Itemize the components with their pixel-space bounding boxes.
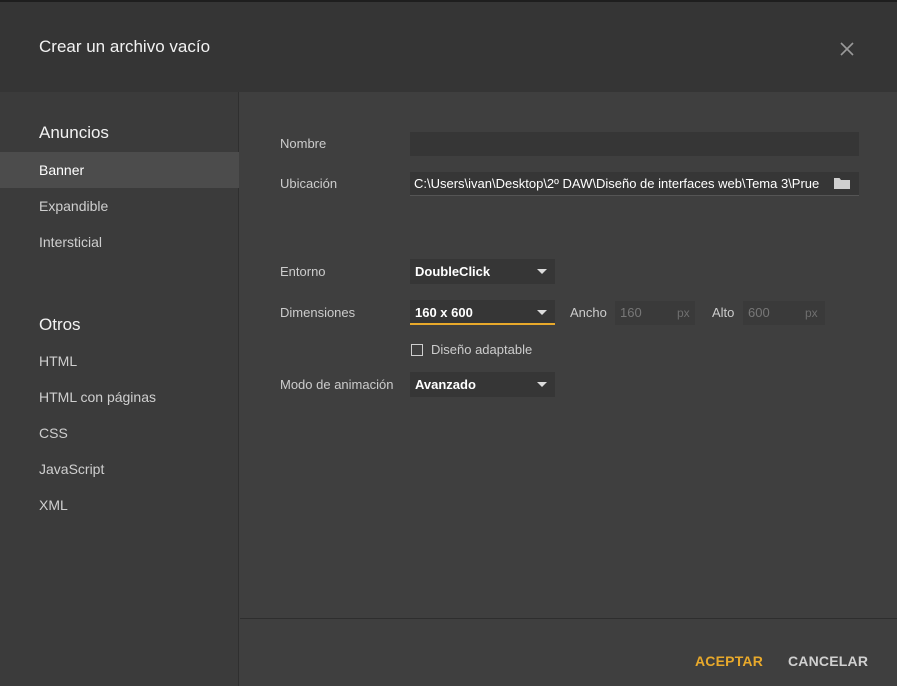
- name-input[interactable]: [410, 132, 859, 156]
- form-panel: Nombre Ubicación C:\Users\ivan\Desktop\2…: [240, 92, 897, 618]
- sidebar-item-css[interactable]: CSS: [0, 415, 239, 451]
- width-label: Ancho: [570, 305, 607, 320]
- section-title-otros: Otros: [39, 315, 81, 334]
- sidebar-item-html-con-paginas[interactable]: HTML con páginas: [0, 379, 239, 415]
- environment-select[interactable]: DoubleClick: [410, 259, 555, 284]
- responsive-label: Diseño adaptable: [431, 342, 533, 357]
- dimensions-label: Dimensiones: [280, 305, 356, 320]
- sidebar-item-expandible[interactable]: Expandible: [0, 188, 239, 224]
- environment-label: Entorno: [280, 264, 326, 279]
- close-icon[interactable]: [834, 36, 860, 62]
- chevron-down-icon: [537, 310, 547, 315]
- height-unit: px: [805, 306, 818, 320]
- dialog-footer: ACEPTAR CANCELAR: [240, 618, 897, 686]
- chevron-down-icon: [537, 382, 547, 387]
- accept-button[interactable]: ACEPTAR: [695, 653, 763, 669]
- dialog-header: Crear un archivo vacío: [0, 2, 897, 92]
- sidebar-item-xml[interactable]: XML: [0, 487, 239, 523]
- section-title-anuncios: Anuncios: [39, 123, 109, 142]
- width-unit: px: [677, 306, 690, 320]
- sidebar-item-banner[interactable]: Banner: [0, 152, 239, 188]
- responsive-checkbox[interactable]: [411, 344, 423, 356]
- location-input[interactable]: C:\Users\ivan\Desktop\2º DAW\Diseño de i…: [410, 172, 826, 196]
- dimensions-select-value: 160 x 600: [415, 305, 473, 320]
- sidebar-item-html[interactable]: HTML: [0, 343, 239, 379]
- chevron-down-icon: [537, 269, 547, 274]
- sidebar-item-javascript[interactable]: JavaScript: [0, 451, 239, 487]
- cancel-button[interactable]: CANCELAR: [788, 653, 868, 669]
- create-file-dialog: Crear un archivo vacío Anuncios Banner E…: [0, 0, 897, 686]
- height-label: Alto: [712, 305, 735, 320]
- name-label: Nombre: [280, 136, 327, 151]
- environment-select-value: DoubleClick: [415, 264, 491, 279]
- folder-icon[interactable]: [833, 175, 853, 193]
- location-label: Ubicación: [280, 176, 338, 191]
- animation-select[interactable]: Avanzado: [410, 372, 555, 397]
- dialog-title: Crear un archivo vacío: [39, 37, 211, 56]
- animation-select-value: Avanzado: [415, 377, 476, 392]
- sidebar: Anuncios Banner Expandible Intersticial …: [0, 92, 239, 686]
- dimensions-select[interactable]: 160 x 600: [410, 300, 555, 325]
- sidebar-item-intersticial[interactable]: Intersticial: [0, 224, 239, 260]
- animation-label: Modo de animación: [280, 377, 394, 392]
